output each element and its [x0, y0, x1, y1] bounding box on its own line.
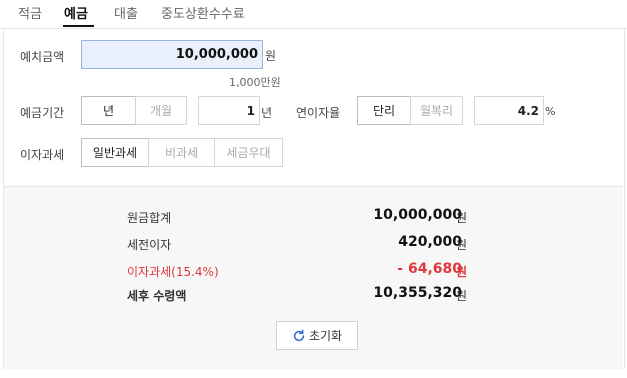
principal-value: 10,000,000	[373, 207, 462, 223]
after-tax-value: 10,355,320	[373, 285, 462, 301]
principal-label: 원금합계	[127, 211, 172, 225]
rate-value-input[interactable]: 4.2	[474, 96, 544, 125]
deposit-amount-unit: 원	[265, 49, 277, 63]
rate-simple-option[interactable]: 단리	[357, 96, 411, 125]
interest-tax-label: 이자과세(15.4%)	[127, 265, 219, 279]
after-tax-label: 세후 수령액	[127, 289, 187, 303]
period-value-input[interactable]: 1	[198, 96, 260, 125]
tab-loan[interactable]: 대출	[114, 3, 138, 22]
period-unit: 년	[261, 106, 273, 120]
tax-preferential-option[interactable]: 세금우대	[214, 138, 283, 167]
tab-deposit[interactable]: 예금	[64, 3, 88, 22]
after-tax-unit: 원	[456, 289, 468, 303]
deposit-amount-input[interactable]: 10,000,000	[81, 40, 263, 69]
refresh-icon	[293, 329, 305, 341]
pretax-interest-unit: 원	[456, 238, 468, 252]
pretax-interest-label: 세전이자	[127, 238, 172, 252]
rate-label: 연이자율	[296, 106, 341, 120]
tax-general-option[interactable]: 일반과세	[81, 138, 149, 167]
calculator-tabs: 적금 예금 대출 중도상환수수료	[0, 0, 627, 29]
period-year-option[interactable]: 년	[81, 96, 136, 125]
period-month-option[interactable]: 개월	[135, 96, 187, 125]
result-section: 원금합계 10,000,000 원 세전이자 420,000 원 이자과세(15…	[4, 186, 623, 369]
deposit-amount-label: 예치금액	[20, 50, 65, 64]
pretax-interest-value: 420,000	[398, 234, 462, 250]
rate-unit: %	[545, 105, 556, 118]
tab-savings[interactable]: 적금	[18, 3, 42, 22]
reset-button-label: 초기화	[308, 329, 343, 343]
tax-exempt-option[interactable]: 비과세	[148, 138, 215, 167]
rate-compound-option[interactable]: 월복리	[410, 96, 463, 125]
interest-tax-value: - 64,680	[397, 261, 462, 277]
deposit-amount-hint: 1,000만원	[229, 76, 281, 89]
reset-button[interactable]: 초기화	[276, 321, 358, 350]
principal-unit: 원	[456, 211, 468, 225]
tax-type-label: 이자과세	[20, 148, 65, 162]
active-tab-indicator	[63, 25, 94, 27]
period-label: 예금기간	[20, 106, 65, 120]
tab-prepayment-fee[interactable]: 중도상환수수료	[161, 3, 245, 22]
interest-tax-unit: 원	[456, 265, 468, 279]
